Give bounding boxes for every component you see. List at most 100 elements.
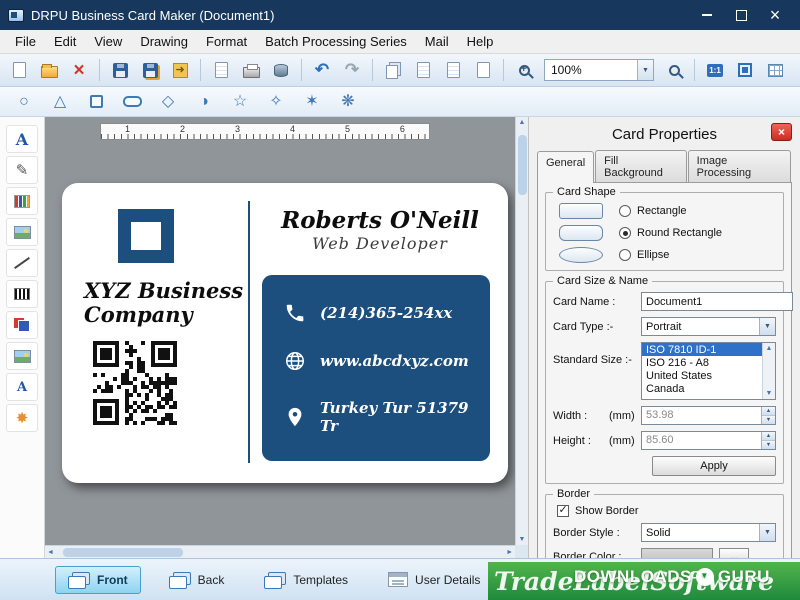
redo-button[interactable]	[338, 57, 366, 83]
color-barcode-tool-button[interactable]	[6, 187, 38, 215]
menu-batch-processing[interactable]: Batch Processing Series	[256, 31, 416, 52]
height-spinner[interactable]: 85.60 ▲▼	[641, 431, 776, 450]
chevron-down-icon[interactable]: ▼	[759, 524, 775, 541]
spin-down-icon[interactable]: ▼	[762, 416, 775, 424]
spin-up-icon[interactable]: ▲	[762, 432, 775, 441]
maximize-button[interactable]	[724, 2, 758, 28]
card-type-dropdown[interactable]: Portrait ▼	[641, 317, 776, 336]
grid-button[interactable]	[761, 57, 789, 83]
minimize-button[interactable]	[690, 2, 724, 28]
text-tool-button[interactable]: A	[6, 125, 38, 153]
user-details-button[interactable]: User Details	[376, 567, 492, 592]
zoom-level-combo[interactable]: 100% ▼	[544, 59, 654, 81]
barcode-tool-button[interactable]	[6, 280, 38, 308]
diamond-shape-button[interactable]: ◇	[154, 89, 182, 115]
menu-help[interactable]: Help	[458, 31, 503, 52]
close-button[interactable]	[758, 2, 792, 28]
person-block[interactable]: Roberts O'Neill Web Developer	[260, 207, 500, 253]
scroll-up-icon[interactable]: ▲	[517, 117, 528, 128]
width-spinner[interactable]: 53.98 ▲▼	[641, 406, 776, 425]
gear-shape-button[interactable]: ✶	[298, 89, 326, 115]
wordart-tool-button[interactable]: A	[6, 373, 38, 401]
clipart-tool-button[interactable]	[6, 342, 38, 370]
pen-tool-button[interactable]	[6, 156, 38, 184]
paste-button[interactable]	[439, 57, 467, 83]
horizontal-scroll-thumb[interactable]	[63, 548, 183, 557]
border-color-swatch[interactable]	[641, 548, 713, 558]
tab-image-processing[interactable]: Image Processing	[688, 150, 791, 182]
menu-file[interactable]: File	[6, 31, 45, 52]
save-as-button[interactable]	[136, 57, 164, 83]
border-color-browse-button[interactable]: ...	[719, 548, 749, 558]
line-tool-button[interactable]	[6, 249, 38, 277]
sparkle-shape-button[interactable]: ✧	[262, 89, 290, 115]
close-document-button[interactable]	[65, 57, 93, 83]
tab-general[interactable]: General	[537, 151, 594, 183]
star-shape-button[interactable]: ☆	[226, 89, 254, 115]
scroll-up-icon[interactable]: ▲	[764, 343, 775, 354]
menu-edit[interactable]: Edit	[45, 31, 85, 52]
chevron-down-icon[interactable]: ▼	[637, 60, 653, 80]
flower-shape-button[interactable]: ❋	[334, 89, 362, 115]
zoom-in-button[interactable]	[510, 57, 538, 83]
radio-ellipse[interactable]	[619, 249, 631, 261]
save-button[interactable]	[106, 57, 134, 83]
list-item[interactable]: United States	[642, 369, 775, 382]
menu-drawing[interactable]: Drawing	[131, 31, 197, 52]
menu-mail[interactable]: Mail	[416, 31, 458, 52]
scroll-down-icon[interactable]: ▼	[764, 388, 775, 399]
square-shape-button[interactable]	[82, 89, 110, 115]
design-canvas[interactable]: 1 2 3 4 5 6 XYZ Business Company	[45, 117, 528, 558]
qr-code[interactable]	[93, 341, 177, 425]
show-border-checkbox[interactable]	[557, 505, 569, 517]
radio-rectangle[interactable]	[619, 205, 631, 217]
scroll-left-icon[interactable]: ◄	[45, 547, 56, 558]
database-button[interactable]	[267, 57, 295, 83]
company-logo[interactable]	[118, 209, 174, 263]
chevron-down-icon[interactable]: ▼	[759, 318, 775, 335]
ellipse-shape-button[interactable]: ○	[10, 89, 38, 115]
menu-view[interactable]: View	[85, 31, 131, 52]
card-name-input[interactable]	[641, 292, 793, 311]
list-item[interactable]: ISO 7810 ID-1	[642, 343, 775, 356]
export-button[interactable]	[166, 57, 194, 83]
image-tool-button[interactable]	[6, 218, 38, 246]
list-item[interactable]: Canada	[642, 382, 775, 395]
new-document-button[interactable]	[5, 57, 33, 83]
menu-format[interactable]: Format	[197, 31, 256, 52]
notes-button[interactable]	[207, 57, 235, 83]
standard-size-listbox[interactable]: ISO 7810 ID-1 ISO 216 - A8 United States…	[641, 342, 776, 400]
back-button[interactable]: Back	[157, 567, 237, 593]
triangle-shape-button[interactable]: △	[46, 89, 74, 115]
templates-button[interactable]: Templates	[252, 567, 360, 593]
border-style-dropdown[interactable]: Solid ▼	[641, 523, 776, 542]
undo-button[interactable]	[308, 57, 336, 83]
arc-shape-button[interactable]: ◑	[190, 89, 218, 115]
open-button[interactable]	[35, 57, 63, 83]
contact-panel[interactable]: (214)365-254xx www.abcdxyz.com Turkey Tu…	[262, 275, 490, 461]
apply-button[interactable]: Apply	[652, 456, 776, 476]
copy-button[interactable]	[379, 57, 407, 83]
vertical-scroll-thumb[interactable]	[518, 135, 527, 195]
zoom-out-button[interactable]	[660, 57, 688, 83]
radio-round-rectangle[interactable]	[619, 227, 631, 239]
tab-fill-background[interactable]: Fill Background	[595, 150, 687, 182]
horizontal-scrollbar[interactable]: ◄ ►	[45, 545, 515, 558]
close-panel-button[interactable]	[771, 123, 792, 141]
company-name[interactable]: XYZ Business Company	[84, 279, 243, 327]
list-item[interactable]: ISO 216 - A8	[642, 356, 775, 369]
rounded-rect-shape-button[interactable]	[118, 89, 146, 115]
front-button[interactable]: Front	[55, 566, 141, 594]
spin-down-icon[interactable]: ▼	[762, 441, 775, 449]
scroll-right-icon[interactable]: ►	[504, 547, 515, 558]
vertical-scrollbar[interactable]: ▲ ▼	[515, 117, 528, 545]
cut-button[interactable]	[409, 57, 437, 83]
color-shapes-tool-button[interactable]	[6, 311, 38, 339]
actual-size-button[interactable]: 1:1	[701, 57, 729, 83]
insert-button[interactable]	[469, 57, 497, 83]
star-tool-button[interactable]: ✸	[6, 404, 38, 432]
business-card-preview[interactable]: XYZ Business Company Roberts O'Neill Web…	[62, 183, 508, 483]
fit-window-button[interactable]	[731, 57, 759, 83]
scroll-down-icon[interactable]: ▼	[517, 534, 528, 545]
spin-up-icon[interactable]: ▲	[762, 407, 775, 416]
